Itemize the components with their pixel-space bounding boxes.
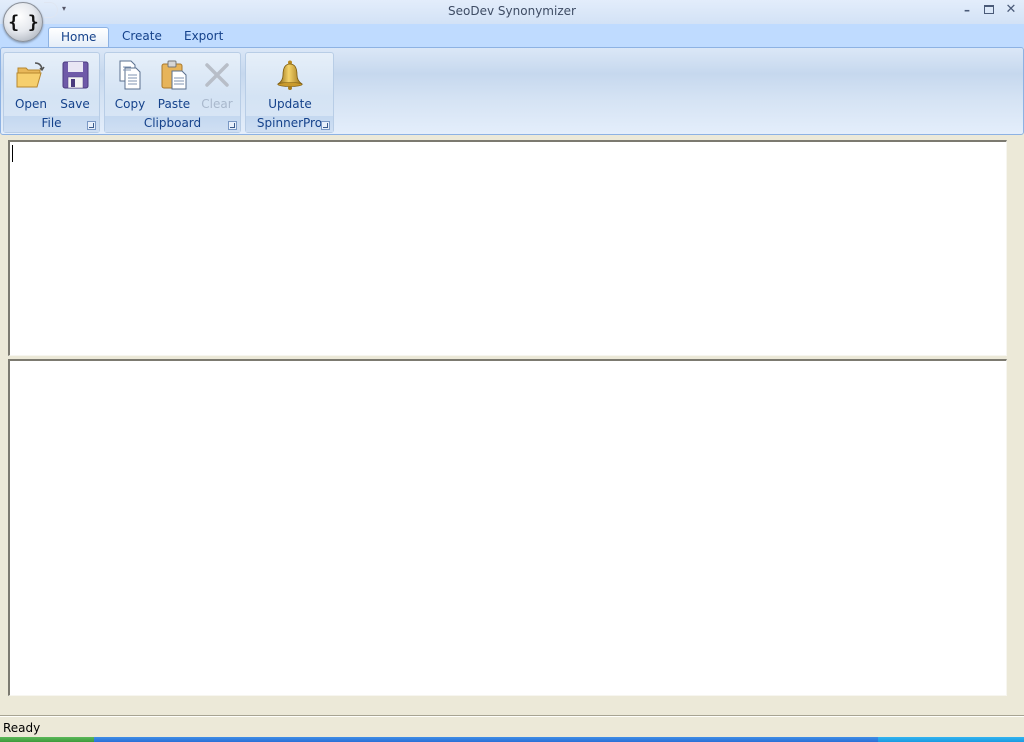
ribbon-group-spinnerpro: Update SpinnerPro bbox=[245, 52, 334, 133]
file-group-launcher-icon[interactable] bbox=[87, 121, 96, 130]
status-bar: Ready bbox=[0, 717, 1024, 737]
group-label-spinnerpro-text: SpinnerPro bbox=[256, 116, 323, 130]
tab-export[interactable]: Export bbox=[172, 27, 235, 48]
clear-button[interactable]: Clear bbox=[196, 57, 238, 113]
window-controls: – ✕ bbox=[960, 2, 1018, 18]
paste-icon bbox=[161, 60, 187, 90]
copy-icon bbox=[119, 60, 141, 90]
minimize-icon[interactable]: – bbox=[960, 2, 974, 18]
paste-button[interactable]: Paste bbox=[153, 57, 195, 113]
clear-button-label: Clear bbox=[201, 97, 233, 111]
close-icon[interactable]: ✕ bbox=[1004, 2, 1018, 18]
application-menu-button[interactable]: { } bbox=[3, 2, 43, 42]
window-title: SeoDev Synonymizer bbox=[448, 4, 576, 18]
update-button-label: Update bbox=[268, 97, 312, 111]
floppy-disk-icon bbox=[62, 61, 89, 89]
ribbon-group-clipboard: Copy Paste Clear Clipboard bbox=[104, 52, 241, 133]
folder-open-icon bbox=[16, 62, 45, 88]
save-button-label: Save bbox=[60, 97, 90, 111]
status-text: Ready bbox=[3, 721, 41, 735]
clear-x-icon bbox=[205, 63, 229, 87]
spinnerpro-group-launcher-icon[interactable] bbox=[321, 121, 330, 130]
ribbon-panel: Open Save File Copy Paste Clear Clipboar… bbox=[0, 47, 1024, 135]
maximize-icon[interactable] bbox=[982, 2, 996, 18]
start-button[interactable] bbox=[0, 737, 94, 742]
app-logo-icon: { } bbox=[8, 11, 38, 33]
group-label-spinnerpro: SpinnerPro bbox=[246, 116, 333, 132]
input-text-area[interactable] bbox=[8, 140, 1007, 356]
group-label-file: File bbox=[4, 116, 99, 132]
output-text-area[interactable] bbox=[8, 359, 1007, 696]
title-bar: ▾ SeoDev Synonymizer – ✕ bbox=[0, 0, 1024, 24]
ribbon-tabs: Home Create Export bbox=[0, 24, 1024, 48]
os-taskbar bbox=[0, 737, 1024, 742]
bell-icon bbox=[276, 60, 304, 90]
system-tray bbox=[878, 737, 1024, 742]
clipboard-group-launcher-icon[interactable] bbox=[228, 121, 237, 130]
save-button[interactable]: Save bbox=[54, 57, 96, 113]
ribbon-group-file: Open Save File bbox=[3, 52, 100, 133]
group-label-clipboard-text: Clipboard bbox=[143, 116, 202, 130]
group-label-clipboard: Clipboard bbox=[105, 116, 240, 132]
text-caret bbox=[12, 145, 13, 162]
open-button[interactable]: Open bbox=[10, 57, 52, 113]
tab-home[interactable]: Home bbox=[48, 27, 110, 48]
tab-create[interactable]: Create bbox=[110, 27, 174, 48]
copy-button[interactable]: Copy bbox=[109, 57, 151, 113]
update-button[interactable]: Update bbox=[266, 57, 314, 113]
group-label-file-text: File bbox=[41, 116, 62, 130]
